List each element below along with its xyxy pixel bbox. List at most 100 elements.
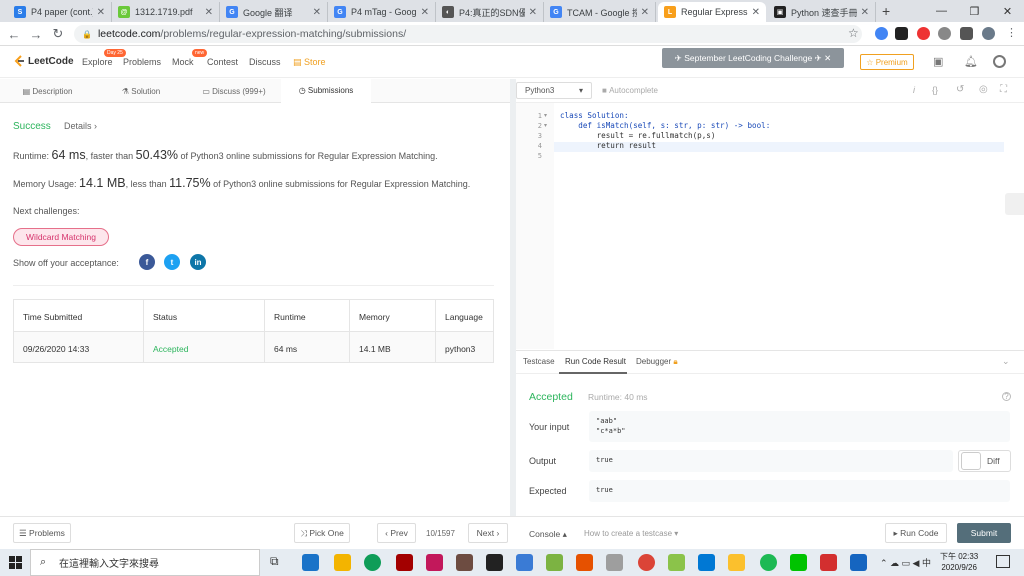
terminal-icon[interactable] (486, 554, 503, 571)
linkedin-icon[interactable]: in (190, 254, 206, 270)
maximize-icon[interactable]: ❐ (958, 0, 991, 22)
code-line[interactable]: return result (560, 141, 656, 150)
chevron-down-icon[interactable]: ⌄ (1002, 356, 1010, 367)
url-bar[interactable]: 🔒 leetcode.com/problems/regular-expressi… (74, 25, 862, 43)
user-icon[interactable] (993, 55, 1006, 68)
tab-run-code-result[interactable]: Run Code Result (565, 357, 626, 366)
puzzle-icon[interactable] (960, 27, 973, 40)
pdf-icon[interactable] (820, 554, 837, 571)
notification-icon[interactable] (996, 555, 1010, 568)
twitter-icon[interactable]: t (164, 254, 180, 270)
system-tray-icons[interactable]: ⌃ ☁ ▭ ◀︎ 中 (880, 556, 931, 569)
code-line[interactable]: def isMatch(self, s: str, p: str) -> boo… (560, 121, 770, 130)
code-line[interactable]: class Solution: (560, 111, 629, 120)
side-feedback-icon[interactable] (1005, 193, 1024, 215)
nav-mock[interactable]: Mock new (172, 49, 208, 67)
extension-icon[interactable] (895, 27, 908, 40)
app-icon[interactable] (516, 554, 533, 571)
tab-submissions[interactable]: ◷ Submissions (281, 79, 371, 103)
browser-tab-active[interactable]: L Regular Expressio ✕ (658, 2, 766, 22)
taskbar-search-input[interactable]: ⌕ 在這裡輸入文字來搜尋 (30, 549, 260, 576)
extension-icon[interactable] (875, 27, 888, 40)
close-window-icon[interactable]: ✕ (991, 0, 1024, 22)
language-select[interactable]: Python3 ▾ (516, 82, 592, 99)
minimize-icon[interactable]: — (925, 0, 958, 22)
cell-status-link[interactable]: Accepted (153, 344, 188, 354)
next-button[interactable]: Next › (468, 523, 508, 543)
vscode-icon[interactable] (698, 554, 715, 571)
prev-button[interactable]: ‹ Prev (377, 523, 416, 543)
office-icon[interactable] (576, 554, 593, 571)
code-line[interactable]: result = re.fullmatch(p,s) (560, 131, 716, 140)
app-icon[interactable] (668, 554, 685, 571)
folder-icon[interactable] (334, 554, 351, 571)
edge-icon[interactable] (364, 554, 381, 571)
diff-toggle[interactable]: Diff (958, 450, 1011, 472)
autocomplete-toggle[interactable]: ■ Autocomplete (602, 86, 658, 95)
avatar[interactable] (982, 27, 995, 40)
close-icon[interactable]: ✕ (97, 7, 105, 18)
pick-one-button[interactable]: ⤨ Pick One (294, 523, 350, 543)
tab-debugger[interactable]: Debugger 🔒︎ (636, 357, 678, 367)
tab-solution[interactable]: ⚗ Solution (95, 79, 187, 103)
close-icon[interactable]: ✕ (752, 7, 760, 18)
details-link[interactable]: Details › (64, 121, 97, 131)
app-icon[interactable] (546, 554, 563, 571)
tab-testcase[interactable]: Testcase (523, 357, 555, 366)
app-icon[interactable] (728, 554, 745, 571)
app-icon[interactable] (606, 554, 623, 571)
extension-icon[interactable] (917, 27, 930, 40)
tab-description[interactable]: ▤ Description (0, 79, 95, 103)
tab-discuss[interactable]: ▭ Discuss (999+) (187, 79, 281, 103)
bell-icon[interactable]: 🔔︎ (964, 55, 978, 68)
line-icon[interactable] (790, 554, 807, 571)
close-icon[interactable]: ✕ (421, 7, 429, 18)
nav-contest[interactable]: Contest (207, 57, 238, 67)
next-challenge-tag[interactable]: Wildcard Matching (13, 228, 109, 246)
nav-store[interactable]: ▤ Store (293, 57, 326, 68)
app-icon[interactable] (426, 554, 443, 571)
browser-tab[interactable]: ▣ Python 速查手冊 ✕ (768, 2, 876, 22)
mail-icon[interactable] (302, 554, 319, 571)
fold-icon[interactable]: ▾ (544, 112, 547, 119)
howto-testcase-link[interactable]: How to create a testcase ▾ (584, 529, 678, 538)
bookmark-star-icon[interactable]: ☆ (848, 26, 859, 40)
browser-tab[interactable]: G Google 翻译 ✕ (220, 2, 328, 22)
close-icon[interactable]: ✕ (641, 7, 649, 18)
nav-discuss[interactable]: Discuss (249, 57, 281, 67)
reset-icon[interactable]: ↺ (956, 84, 964, 95)
windows-start-icon[interactable] (9, 556, 22, 569)
browser-tab[interactable]: G TCAM - Google 搜 ✕ (544, 2, 656, 22)
facebook-icon[interactable]: f (139, 254, 155, 270)
app-icon[interactable] (456, 554, 473, 571)
new-tab-plus-icon[interactable]: + (882, 3, 890, 19)
run-code-button[interactable]: ▸ Run Code (885, 523, 947, 543)
photos-icon[interactable] (850, 554, 867, 571)
premium-button[interactable]: ☆ Premium (860, 54, 914, 70)
task-view-icon[interactable]: ⧉ (270, 554, 287, 571)
leetcode-logo[interactable]: LeetCode (13, 55, 74, 67)
help-icon[interactable]: ? (1002, 392, 1011, 401)
submit-button[interactable]: Submit (957, 523, 1011, 543)
playground-icon[interactable]: ▣ (933, 55, 943, 68)
close-icon[interactable]: ✕ (205, 7, 213, 18)
nav-problems[interactable]: Problems (123, 57, 161, 67)
menu-dots-icon[interactable]: ⋮ (1006, 26, 1017, 39)
problems-button[interactable]: ☰ Problems (13, 523, 71, 543)
app-icon[interactable] (396, 554, 413, 571)
challenge-banner[interactable]: ✈ September LeetCoding Challenge ✈ ✕ (662, 48, 844, 68)
fullscreen-icon[interactable]: ⛶ (1000, 84, 1007, 95)
reload-icon[interactable]: ↻ (50, 26, 66, 42)
browser-tab[interactable]: S P4 paper (cont.) & ✕ (8, 2, 112, 22)
braces-icon[interactable]: {} (932, 85, 938, 95)
close-icon[interactable]: ✕ (861, 7, 869, 18)
spotify-icon[interactable] (760, 554, 777, 571)
settings-icon[interactable]: ◎ (979, 84, 988, 95)
nav-explore[interactable]: Explore Day 25 (82, 49, 126, 67)
browser-tab[interactable]: ◐ P4:真正的SDN優 ✕ (436, 2, 544, 22)
clock[interactable]: 下午 02:33 2020/9/26 (940, 551, 978, 573)
info-icon[interactable]: i (913, 85, 915, 95)
forward-arrow-icon[interactable]: → (28, 26, 44, 42)
browser-tab[interactable]: G P4 mTag - Google ✕ (328, 2, 436, 22)
chrome-icon[interactable] (638, 554, 655, 571)
